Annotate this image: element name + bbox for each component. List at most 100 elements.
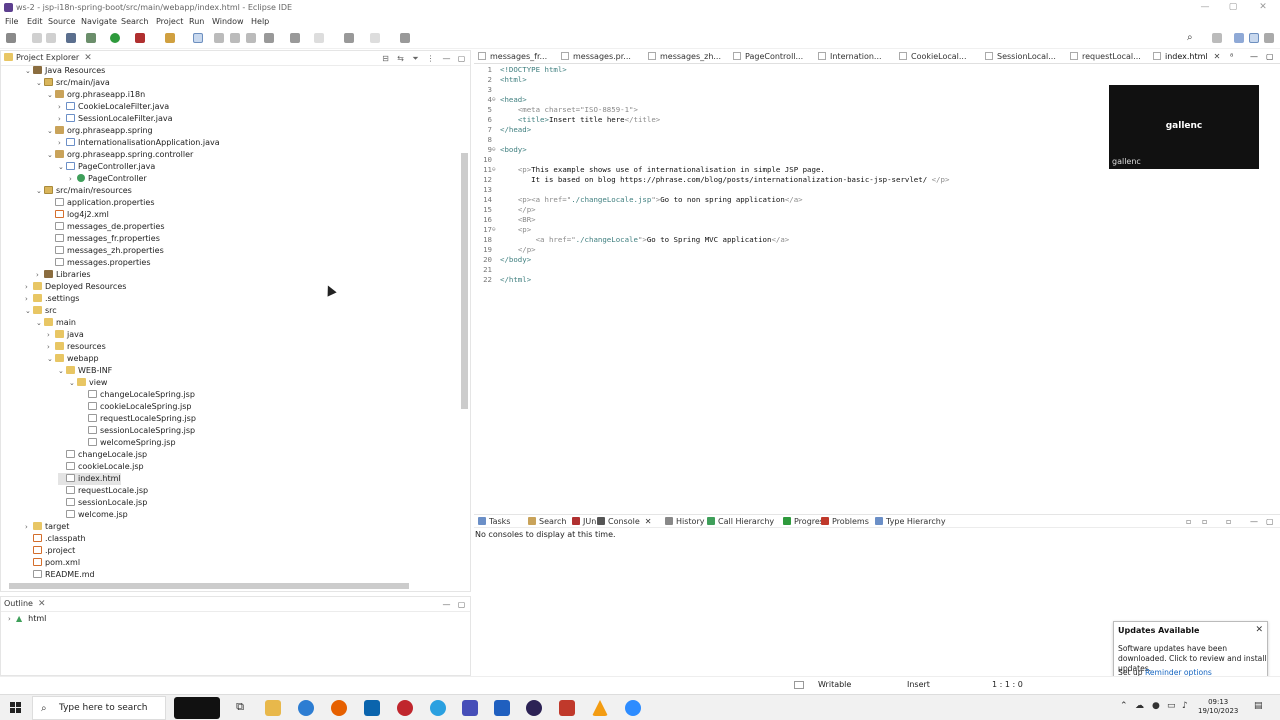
chevron-right-icon[interactable]: › [58, 113, 66, 125]
chevron-right-icon[interactable]: › [47, 341, 55, 353]
chevron-down-icon[interactable]: ⌄ [25, 305, 33, 317]
editor-tab[interactable]: messages.pr... [561, 52, 631, 61]
vscode-icon[interactable] [494, 700, 510, 716]
tree-item[interactable]: ⌄ webapp [47, 353, 99, 365]
chevron-down-icon[interactable]: ⌄ [36, 317, 44, 329]
chevron-right-icon[interactable]: › [47, 329, 55, 341]
menu-file[interactable]: File [5, 17, 18, 26]
debug-icon[interactable] [86, 33, 96, 43]
chevron-down-icon[interactable]: ⌄ [58, 365, 66, 377]
volume-icon[interactable]: ♪ [1182, 701, 1188, 711]
bottom-tab[interactable]: History [665, 517, 704, 526]
menu-edit[interactable]: Edit [27, 17, 43, 26]
windows-start-icon[interactable] [10, 702, 21, 713]
collapse-all-icon[interactable]: ⊟ [381, 54, 390, 63]
outline-item-html[interactable]: › ▲ html [8, 614, 46, 623]
bottom-tab[interactable]: Problems [821, 517, 869, 526]
minimize-icon[interactable]: — [1198, 2, 1212, 13]
chevron-right-icon[interactable]: › [58, 137, 66, 149]
zoom-icon[interactable] [625, 700, 641, 716]
tree-item[interactable]: .classpath [25, 533, 86, 545]
menu-search[interactable]: Search [121, 17, 148, 26]
pin-editor-icon[interactable] [400, 33, 410, 43]
new-console-icon[interactable]: ▫ [1226, 517, 1231, 526]
tree-item[interactable]: requestLocaleSpring.jsp [80, 413, 196, 425]
display-console-icon[interactable]: ▫ [1202, 517, 1207, 526]
java-ee-perspective-icon[interactable] [1234, 33, 1244, 43]
menu-window[interactable]: Window [212, 17, 244, 26]
external-tools-icon[interactable] [135, 33, 145, 43]
tree-item[interactable]: › InternationalisationApplication.java [58, 137, 220, 149]
editor-tab[interactable]: SessionLocal... [985, 52, 1056, 61]
tree-item[interactable]: README.md [25, 569, 95, 581]
app-icon-red[interactable] [397, 700, 413, 716]
tree-item[interactable]: welcomeSpring.jsp [80, 437, 176, 449]
outline-tab[interactable]: Outline ✕ [4, 599, 46, 609]
chevron-right-icon[interactable]: › [25, 281, 33, 293]
tree-item[interactable]: ⌄ main [36, 317, 76, 329]
menu-help[interactable]: Help [251, 17, 269, 26]
tree-scrollbar[interactable] [461, 153, 468, 409]
editor-tab[interactable]: messages_fr... [478, 52, 547, 61]
editor-tab[interactable]: requestLocal... [1070, 52, 1141, 61]
minimize-icon[interactable]: — [442, 600, 451, 609]
taskbar-search[interactable]: ⌕ Type here to search [32, 696, 166, 720]
close-icon[interactable]: ✕ [38, 599, 46, 609]
bottom-tab[interactable]: Console ✕ [597, 517, 651, 526]
chevron-down-icon[interactable]: ⌄ [58, 161, 66, 173]
tree-h-scrollbar[interactable] [9, 583, 409, 589]
close-icon[interactable]: ✕ [1255, 625, 1263, 635]
vlc-icon[interactable] [592, 700, 608, 716]
menu-navigate[interactable]: Navigate [81, 17, 117, 26]
minimize-icon[interactable]: — [442, 54, 451, 63]
toggle-mark-icon[interactable] [193, 33, 203, 43]
close-icon[interactable]: ✕ [645, 517, 652, 526]
minimize-icon[interactable]: — [1250, 517, 1258, 526]
run-icon[interactable] [110, 33, 120, 43]
edge-icon[interactable] [298, 700, 314, 716]
chevron-down-icon[interactable]: ⌄ [47, 149, 55, 161]
chevron-up-icon[interactable]: ⌃ [1120, 701, 1128, 711]
tree-item[interactable]: › Deployed Resources [25, 281, 126, 293]
paragraph-icon[interactable] [246, 33, 256, 43]
maximize-icon[interactable]: ▢ [457, 54, 466, 63]
tree-item[interactable]: › Libraries [36, 269, 91, 281]
tree-item[interactable]: messages_de.properties [47, 221, 165, 233]
tree-item[interactable]: › SessionLocaleFilter.java [58, 113, 173, 125]
tree-item[interactable]: changeLocale.jsp [58, 449, 147, 461]
tree-item[interactable]: welcome.jsp [58, 509, 128, 521]
tree-item[interactable]: cookieLocale.jsp [58, 461, 144, 473]
forward-icon[interactable] [370, 33, 380, 43]
notifications-icon[interactable]: ▤ [1254, 701, 1263, 711]
debug-perspective-icon[interactable] [1264, 33, 1274, 43]
file-explorer-icon[interactable] [265, 700, 281, 716]
firefox-icon[interactable] [331, 700, 347, 716]
chevron-right-icon[interactable]: › [36, 269, 44, 281]
tree-item[interactable]: sessionLocaleSpring.jsp [80, 425, 195, 437]
network-icon[interactable]: ▭ [1167, 701, 1176, 711]
bottom-tab[interactable]: Tasks [478, 517, 510, 526]
search-icon[interactable]: ⌕ [1187, 33, 1197, 43]
tree-item[interactable]: ⌄ PageController.java [58, 161, 155, 173]
outlook-icon[interactable] [364, 700, 380, 716]
tree-item[interactable]: changeLocaleSpring.jsp [80, 389, 195, 401]
tree-item[interactable]: messages_zh.properties [47, 245, 164, 257]
tree-item[interactable]: ⌄ Java Resources [25, 65, 105, 77]
bottom-tab[interactable]: Search [528, 517, 566, 526]
editor-tab[interactable]: messages_zh... [648, 52, 721, 61]
tree-item[interactable]: ⌄ src/main/java [36, 77, 110, 89]
editor-tab[interactable]: CookieLocal... [899, 52, 967, 61]
fold-icon[interactable]: ⊖ [492, 225, 496, 235]
task-view-icon[interactable]: ⧉ [232, 700, 248, 716]
teams-icon[interactable] [462, 700, 478, 716]
open-type-icon[interactable] [165, 33, 175, 43]
tree-item[interactable]: › .settings [25, 293, 79, 305]
maximize-icon[interactable]: ▢ [1266, 517, 1274, 526]
tree-item[interactable]: ⌄ org.phraseapp.i18n [47, 89, 145, 101]
chevron-right-icon[interactable]: › [8, 615, 16, 623]
terminal-icon[interactable] [66, 33, 76, 43]
maximize-icon[interactable]: ▢ [1266, 52, 1274, 61]
tree-item[interactable]: application.properties [47, 197, 155, 209]
fold-icon[interactable]: ⊖ [492, 165, 496, 175]
fold-icon[interactable]: ⊖ [492, 95, 496, 105]
